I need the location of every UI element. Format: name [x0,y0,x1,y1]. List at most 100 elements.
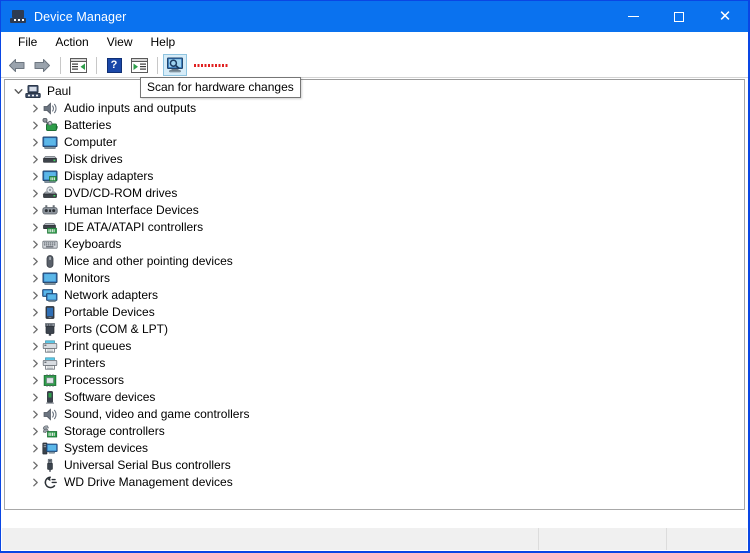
tree-item-label: Computer [64,135,117,149]
tree-item-portable-devices[interactable]: Portable Devices [5,304,744,321]
ide-controller-icon [42,220,59,236]
properties-button[interactable] [127,54,151,76]
chevron-right-icon[interactable] [29,104,42,113]
chevron-right-icon[interactable] [29,206,42,215]
tree-item-label: Printers [64,356,106,370]
help-button[interactable]: ? [102,54,126,76]
menu-view[interactable]: View [98,33,142,52]
hid-icon [42,203,59,219]
network-adapter-icon [42,288,59,304]
tree-item-sound-video-and-game-controllers[interactable]: Sound, video and game controllers [5,406,744,423]
tree-item-label: Keyboards [64,237,122,251]
display-adapter-icon [42,169,59,185]
close-button[interactable]: ✕ [702,1,748,32]
device-manager-icon [10,9,26,25]
chevron-right-icon[interactable] [29,257,42,266]
tree-item-system-devices[interactable]: System devices [5,440,744,457]
tree-item-network-adapters[interactable]: Network adapters [5,287,744,304]
chevron-right-icon[interactable] [29,427,42,436]
tree-item-label: Ports (COM & LPT) [64,322,169,336]
tree-item-label: DVD/CD-ROM drives [64,186,178,200]
maximize-icon [674,11,684,22]
properties-icon [130,57,148,73]
tree-item-ide-ata-atapi-controllers[interactable]: IDE ATA/ATAPI controllers [5,219,744,236]
chevron-right-icon[interactable] [29,376,42,385]
device-tree: Paul Audio inputs and outputs Batteries … [5,80,744,491]
chevron-right-icon[interactable] [29,325,42,334]
tree-item-label: Software devices [64,390,156,404]
chevron-right-icon[interactable] [29,308,42,317]
menu-action[interactable]: Action [46,33,97,52]
chevron-right-icon[interactable] [29,155,42,164]
printer-icon [42,339,59,355]
tree-item-label: WD Drive Management devices [64,475,233,489]
tree-item-label: Portable Devices [64,305,155,319]
maximize-button[interactable] [656,1,702,32]
tree-item-dvd-cd-rom-drives[interactable]: DVD/CD-ROM drives [5,185,744,202]
menu-file[interactable]: File [9,33,46,52]
tree-item-storage-controllers[interactable]: Storage controllers [5,423,744,440]
storage-controller-icon [42,424,59,440]
tree-item-printers[interactable]: Printers [5,355,744,372]
chevron-right-icon[interactable] [29,393,42,402]
computer-node-icon [25,84,42,100]
tree-item-monitors[interactable]: Monitors [5,270,744,287]
tree-item-computer[interactable]: Computer [5,134,744,151]
chevron-right-icon[interactable] [29,138,42,147]
forward-button[interactable] [30,54,54,76]
tree-item-ports-com-and-lpt[interactable]: Ports (COM & LPT) [5,321,744,338]
chevron-right-icon[interactable] [29,240,42,249]
wd-drive-icon [42,475,59,491]
chevron-right-icon[interactable] [29,410,42,419]
tree-item-display-adapters[interactable]: Display adapters [5,168,744,185]
tree-item-disk-drives[interactable]: Disk drives [5,151,744,168]
chevron-right-icon[interactable] [29,172,42,181]
device-manager-window: Device Manager ✕ File Action View Help ?… [0,0,750,553]
console-tree-icon [69,57,87,73]
tree-item-wd-drive-management-devices[interactable]: WD Drive Management devices [5,474,744,491]
tree-item-human-interface-devices[interactable]: Human Interface Devices [5,202,744,219]
tree-item-label: Display adapters [64,169,154,183]
tree-item-universal-serial-bus-controllers[interactable]: Universal Serial Bus controllers [5,457,744,474]
status-bar [2,527,747,550]
chevron-right-icon[interactable] [29,291,42,300]
tree-item-audio-inputs-and-outputs[interactable]: Audio inputs and outputs [5,100,744,117]
chevron-down-icon[interactable] [12,87,25,96]
chevron-right-icon[interactable] [29,223,42,232]
chevron-right-icon[interactable] [29,274,42,283]
status-pane-main [2,528,539,550]
tree-root-label: Paul [47,84,72,98]
show-hide-console-tree-button[interactable] [66,54,90,76]
tree-item-mice-and-other-pointing-devices[interactable]: Mice and other pointing devices [5,253,744,270]
minimize-button[interactable] [610,1,656,32]
menu-help[interactable]: Help [142,33,185,52]
title-bar[interactable]: Device Manager ✕ [1,1,748,32]
chevron-right-icon[interactable] [29,478,42,487]
tree-item-batteries[interactable]: Batteries [5,117,744,134]
tooltip-text: Scan for hardware changes [147,80,294,94]
tree-root-paul[interactable]: Paul [5,83,744,100]
chevron-right-icon[interactable] [29,444,42,453]
battery-icon [42,117,59,134]
optical-drive-icon [42,185,59,202]
chevron-right-icon[interactable] [29,342,42,351]
tree-item-label: Disk drives [64,152,123,166]
tree-item-software-devices[interactable]: Software devices [5,389,744,406]
tree-item-label: Monitors [64,271,111,285]
chevron-right-icon[interactable] [29,461,42,470]
chevron-right-icon[interactable] [29,189,42,198]
tree-item-processors[interactable]: Processors [5,372,744,389]
disk-drive-icon [42,152,59,168]
portable-device-icon [42,305,59,321]
scan-for-hardware-changes-button[interactable] [163,54,187,76]
tree-item-label: Storage controllers [64,424,165,438]
back-button[interactable] [5,54,29,76]
tree-item-print-queues[interactable]: Print queues [5,338,744,355]
tree-item-keyboards[interactable]: Keyboards [5,236,744,253]
usb-icon [42,458,59,474]
close-icon: ✕ [718,7,732,25]
chevron-right-icon[interactable] [29,359,42,368]
tree-item-label: Universal Serial Bus controllers [64,458,231,472]
chevron-right-icon[interactable] [29,121,42,130]
mouse-icon [42,254,59,270]
